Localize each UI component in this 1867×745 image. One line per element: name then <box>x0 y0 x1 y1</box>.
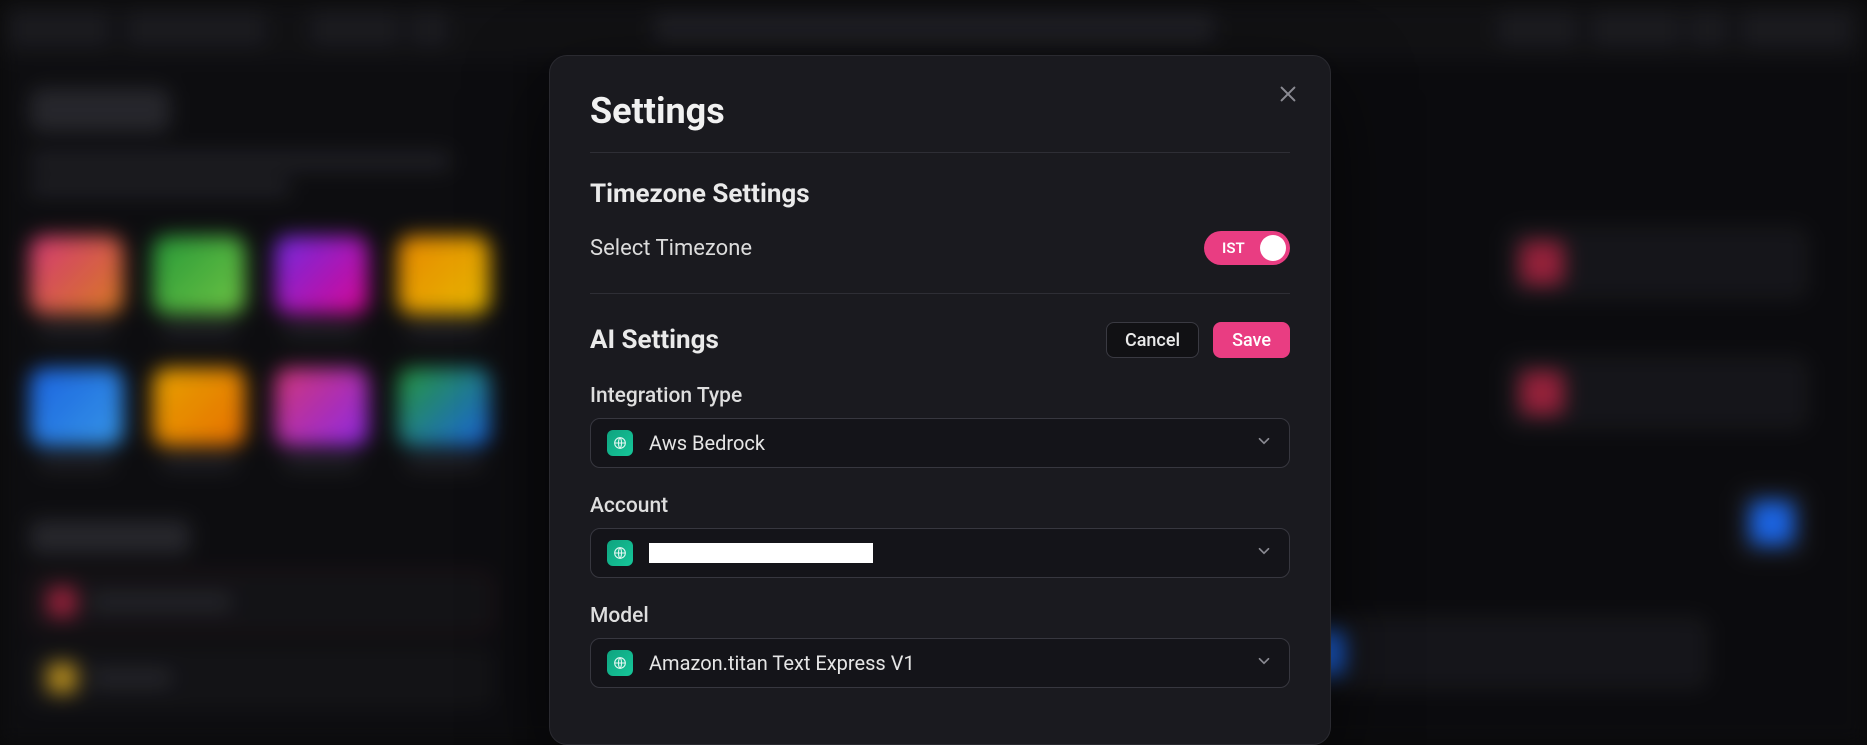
integration-icon <box>607 430 633 456</box>
close-icon <box>1277 83 1299 105</box>
cancel-label: Cancel <box>1125 330 1180 351</box>
divider <box>590 152 1290 153</box>
bg-sidebar <box>0 58 520 745</box>
account-label: Account <box>590 494 1290 518</box>
timezone-toggle[interactable]: IST <box>1204 231 1290 265</box>
bg-topbar <box>0 0 1867 58</box>
model-label: Model <box>590 604 1290 628</box>
timezone-row: Select Timezone IST <box>590 231 1290 265</box>
timezone-label: Select Timezone <box>590 236 752 261</box>
ai-section: AI Settings Cancel Save Integration Type… <box>590 293 1290 688</box>
modal-title: Settings <box>590 90 1290 132</box>
integration-type-select[interactable]: Aws Bedrock <box>590 418 1290 468</box>
model-value: Amazon.titan Text Express V1 <box>649 651 915 675</box>
account-icon <box>607 540 633 566</box>
cancel-button[interactable]: Cancel <box>1106 322 1199 358</box>
settings-modal: Settings Timezone Settings Select Timezo… <box>549 55 1331 745</box>
close-button[interactable] <box>1274 80 1302 108</box>
save-label: Save <box>1232 330 1271 351</box>
account-value-redacted <box>649 543 873 563</box>
account-select[interactable] <box>590 528 1290 578</box>
integration-type-value: Aws Bedrock <box>649 431 765 455</box>
save-button[interactable]: Save <box>1213 322 1290 358</box>
toggle-label: IST <box>1208 239 1245 257</box>
toggle-knob <box>1260 235 1286 261</box>
model-select[interactable]: Amazon.titan Text Express V1 <box>590 638 1290 688</box>
chevron-down-icon <box>1255 651 1273 675</box>
timezone-section-title: Timezone Settings <box>590 179 1290 209</box>
ai-actions: Cancel Save <box>1106 322 1290 358</box>
chevron-down-icon <box>1255 541 1273 565</box>
ai-section-title: AI Settings <box>590 325 719 355</box>
model-icon <box>607 650 633 676</box>
chevron-down-icon <box>1255 431 1273 455</box>
integration-type-label: Integration Type <box>590 384 1290 408</box>
